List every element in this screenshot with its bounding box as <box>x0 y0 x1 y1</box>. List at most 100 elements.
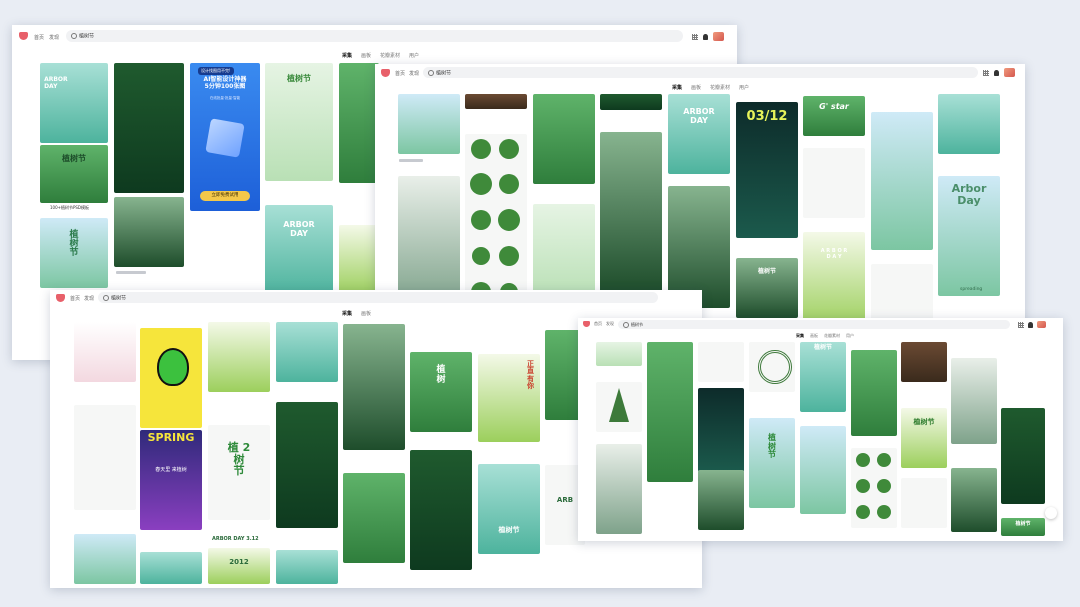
pin-card[interactable] <box>114 197 184 267</box>
pin-card[interactable]: ARBOR DAY <box>40 63 108 143</box>
pin-card[interactable]: 植 2 树 节 <box>208 425 270 520</box>
pin-card[interactable] <box>803 148 865 218</box>
pin-card[interactable] <box>851 350 897 436</box>
pin-card[interactable] <box>1001 408 1045 504</box>
tab-collect[interactable]: 采集 <box>796 333 804 339</box>
apps-grid-icon[interactable] <box>1018 321 1024 328</box>
pin-card[interactable] <box>140 328 202 428</box>
search-input[interactable]: 植树节 <box>98 292 658 303</box>
search-input[interactable]: 植树节 <box>66 30 683 42</box>
pin-card[interactable]: Arbor Day <box>938 176 1000 296</box>
pin-card[interactable]: ARBOR DAY <box>668 94 730 174</box>
huaban-logo[interactable] <box>583 321 590 327</box>
pin-card[interactable]: 正 直 有 你 <box>478 354 540 442</box>
pin-card[interactable]: A R B O R D A Y <box>803 232 865 328</box>
tab-boards[interactable]: 画板 <box>361 52 371 59</box>
pin-card[interactable] <box>74 405 136 510</box>
pin-card[interactable] <box>533 94 595 184</box>
avatar[interactable] <box>1037 321 1046 328</box>
pin-card[interactable] <box>647 342 693 482</box>
pin-card[interactable] <box>465 94 527 109</box>
pin-card[interactable] <box>698 388 744 472</box>
pin-card[interactable]: ARBOR DAY <box>265 205 333 295</box>
tab-users[interactable]: 用户 <box>739 84 749 91</box>
pin-card[interactable]: 植树节 <box>901 408 947 468</box>
pin-card[interactable] <box>343 473 405 563</box>
pin-card[interactable]: 植树节 <box>40 145 108 203</box>
huaban-logo[interactable] <box>56 294 65 302</box>
pin-card[interactable] <box>749 342 795 392</box>
pin-card[interactable] <box>600 94 662 110</box>
pin-card[interactable]: 植树节 <box>1001 518 1045 536</box>
pin-card[interactable]: 植树节 <box>800 342 846 412</box>
pin-card[interactable] <box>851 448 897 528</box>
huaban-logo[interactable] <box>381 69 390 77</box>
pin-card[interactable]: G' star <box>803 96 865 136</box>
pin-card[interactable]: 植 树 节 <box>40 218 108 288</box>
pin-card[interactable] <box>951 358 997 444</box>
nav-discover[interactable]: 发现 <box>84 295 94 302</box>
bell-icon[interactable] <box>703 33 708 40</box>
pin-card[interactable] <box>74 322 136 382</box>
huaban-logo[interactable] <box>19 32 28 40</box>
tab-materials[interactable]: 花瓣素材 <box>824 333 840 339</box>
pin-card[interactable] <box>114 63 184 193</box>
pin-card[interactable] <box>698 342 744 382</box>
search-input[interactable]: 植树节 <box>618 320 1010 329</box>
pin-card[interactable]: 2012 <box>208 548 270 584</box>
apps-grid-icon[interactable] <box>692 33 698 40</box>
tab-materials[interactable]: 花瓣素材 <box>710 84 730 91</box>
pin-card[interactable]: 植树节 <box>736 258 798 318</box>
tab-collect[interactable]: 采集 <box>342 310 352 317</box>
bell-icon[interactable] <box>994 69 999 76</box>
pin-card[interactable] <box>276 550 338 584</box>
nav-home[interactable]: 首页 <box>395 70 405 77</box>
tab-collect[interactable]: 采集 <box>672 84 682 91</box>
search-input[interactable]: 植树节 <box>423 67 978 78</box>
pin-card[interactable] <box>901 342 947 382</box>
scroll-to-top-button[interactable] <box>1045 507 1057 519</box>
pin-card[interactable] <box>596 342 642 366</box>
tab-users[interactable]: 用户 <box>409 52 419 59</box>
nav-discover[interactable]: 发现 <box>606 321 614 327</box>
pin-card[interactable] <box>596 444 642 534</box>
pin-card[interactable] <box>140 552 202 584</box>
pin-card[interactable] <box>343 324 405 450</box>
pin-card[interactable]: 植 树 节 <box>749 418 795 508</box>
pin-card[interactable] <box>951 468 997 532</box>
pin-card[interactable] <box>398 94 460 154</box>
pin-card[interactable]: 植树节 <box>265 63 333 181</box>
tab-boards[interactable]: 画板 <box>691 84 701 91</box>
pin-card[interactable] <box>276 402 338 528</box>
pin-card[interactable] <box>339 225 379 295</box>
pin-card[interactable] <box>698 470 744 530</box>
tab-boards[interactable]: 画板 <box>810 333 818 339</box>
pin-card[interactable]: 植树节 <box>478 464 540 554</box>
pin-card[interactable]: SPRING 春天里 来植树 <box>140 430 202 530</box>
ad-cta-button[interactable]: 立即免费试用 <box>200 191 250 201</box>
nav-home[interactable]: 首页 <box>34 34 44 41</box>
tab-boards[interactable]: 画板 <box>361 310 371 317</box>
pin-card[interactable] <box>871 264 933 324</box>
pin-card[interactable] <box>871 112 933 250</box>
pin-card[interactable] <box>938 94 1000 154</box>
pin-card[interactable] <box>533 204 595 299</box>
pin-card[interactable] <box>800 426 846 514</box>
nav-discover[interactable]: 发现 <box>409 70 419 77</box>
pin-card[interactable] <box>339 63 379 183</box>
ad-card[interactable]: 设计找图用不完! AI智能设计神器 5分钟100张图 在线批量·批量·智能 立即… <box>190 63 260 211</box>
nav-home[interactable]: 首页 <box>594 321 602 327</box>
pin-card[interactable] <box>398 176 460 306</box>
pin-card[interactable] <box>600 132 662 292</box>
avatar[interactable] <box>1004 68 1015 77</box>
pin-card[interactable]: 03/12 <box>736 102 798 238</box>
pin-card[interactable] <box>410 450 472 570</box>
tab-materials[interactable]: 花瓣素材 <box>380 52 400 59</box>
avatar[interactable] <box>713 32 724 41</box>
apps-grid-icon[interactable] <box>983 69 989 76</box>
tab-users[interactable]: 用户 <box>846 333 854 339</box>
pin-card[interactable] <box>596 382 642 432</box>
pin-card[interactable] <box>276 322 338 382</box>
pin-card[interactable] <box>74 534 136 584</box>
tab-collect[interactable]: 采集 <box>342 52 352 59</box>
